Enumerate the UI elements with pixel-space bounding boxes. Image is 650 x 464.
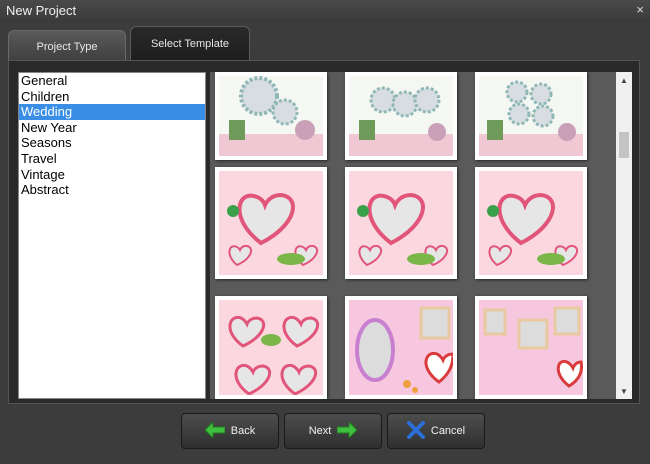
scrollbar-thumb[interactable] [619,132,629,158]
next-button-label: Next [308,425,332,437]
template-preview [479,300,583,395]
back-button-label: Back [230,425,256,437]
next-button[interactable]: Next [284,413,382,449]
template-thumbnail[interactable] [475,72,587,160]
template-thumbnail[interactable] [345,167,457,279]
template-preview [349,76,453,156]
category-item[interactable]: Children [19,89,205,105]
cancel-button-label: Cancel [430,425,466,437]
template-thumbnail[interactable] [345,72,457,160]
category-item[interactable]: Wedding [19,104,205,120]
template-gallery [210,72,616,399]
tab-select-template[interactable]: Select Template [130,26,250,60]
template-thumbnail[interactable] [215,296,327,399]
template-thumbnail[interactable] [475,296,587,399]
category-list[interactable]: General Children Wedding New Year Season… [18,72,206,399]
template-preview [349,300,453,395]
arrow-left-icon [204,420,226,441]
button-bar: Back Next Cancel [8,406,640,456]
close-icon[interactable]: × [636,2,644,17]
template-preview [479,76,583,156]
template-thumbnail[interactable] [215,167,327,279]
cancel-button[interactable]: Cancel [387,413,485,449]
scroll-up-arrow-icon[interactable]: ▲ [616,72,632,88]
category-item[interactable]: New Year [19,120,205,136]
arrow-right-icon [336,420,359,441]
vertical-scrollbar[interactable]: ▲ ▼ [616,72,632,399]
title-bar: New Project × [0,0,650,22]
template-preview [349,171,453,275]
template-thumbnail[interactable] [475,167,587,279]
tab-project-type[interactable]: Project Type [8,30,126,62]
category-item[interactable]: Seasons [19,135,205,151]
template-thumbnail[interactable] [215,72,327,160]
scroll-down-arrow-icon[interactable]: ▼ [616,383,632,399]
template-thumbnail[interactable] [345,296,457,399]
category-item[interactable]: Abstract [19,182,205,198]
template-preview [479,171,583,275]
back-button[interactable]: Back [181,413,279,449]
category-item[interactable]: General [19,73,205,89]
window-title: New Project [6,3,77,18]
x-icon [406,420,425,442]
category-item[interactable]: Travel [19,151,205,167]
category-item[interactable]: Vintage [19,167,205,183]
template-preview [219,76,323,156]
template-preview [219,300,323,395]
template-preview [219,171,323,275]
